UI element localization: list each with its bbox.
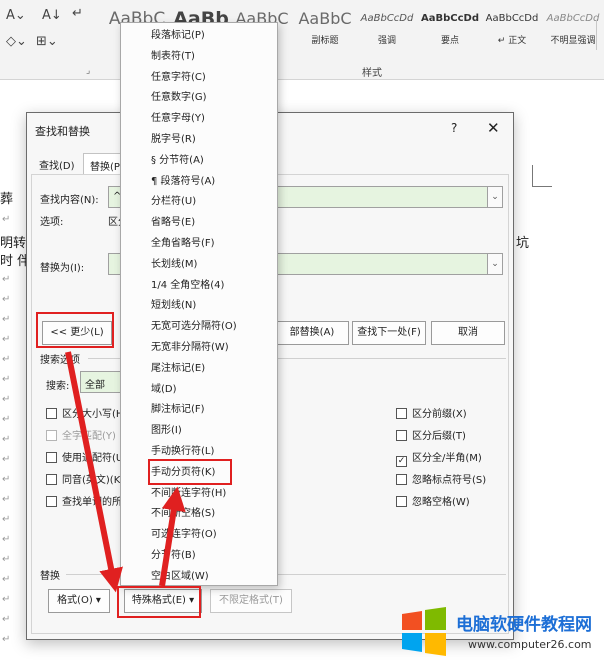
watermark-url: www.computer26.com: [468, 638, 592, 651]
annotation-arrows: [65, 351, 186, 593]
arrow-up-to-page-break: [159, 486, 186, 587]
windows-logo-icon: [402, 607, 446, 656]
watermark-title: 电脑软硬件教程网: [456, 615, 592, 635]
arrow-down-to-special-button: [65, 351, 123, 593]
site-watermark: 电脑软硬件教程网 www.computer26.com: [392, 602, 604, 662]
